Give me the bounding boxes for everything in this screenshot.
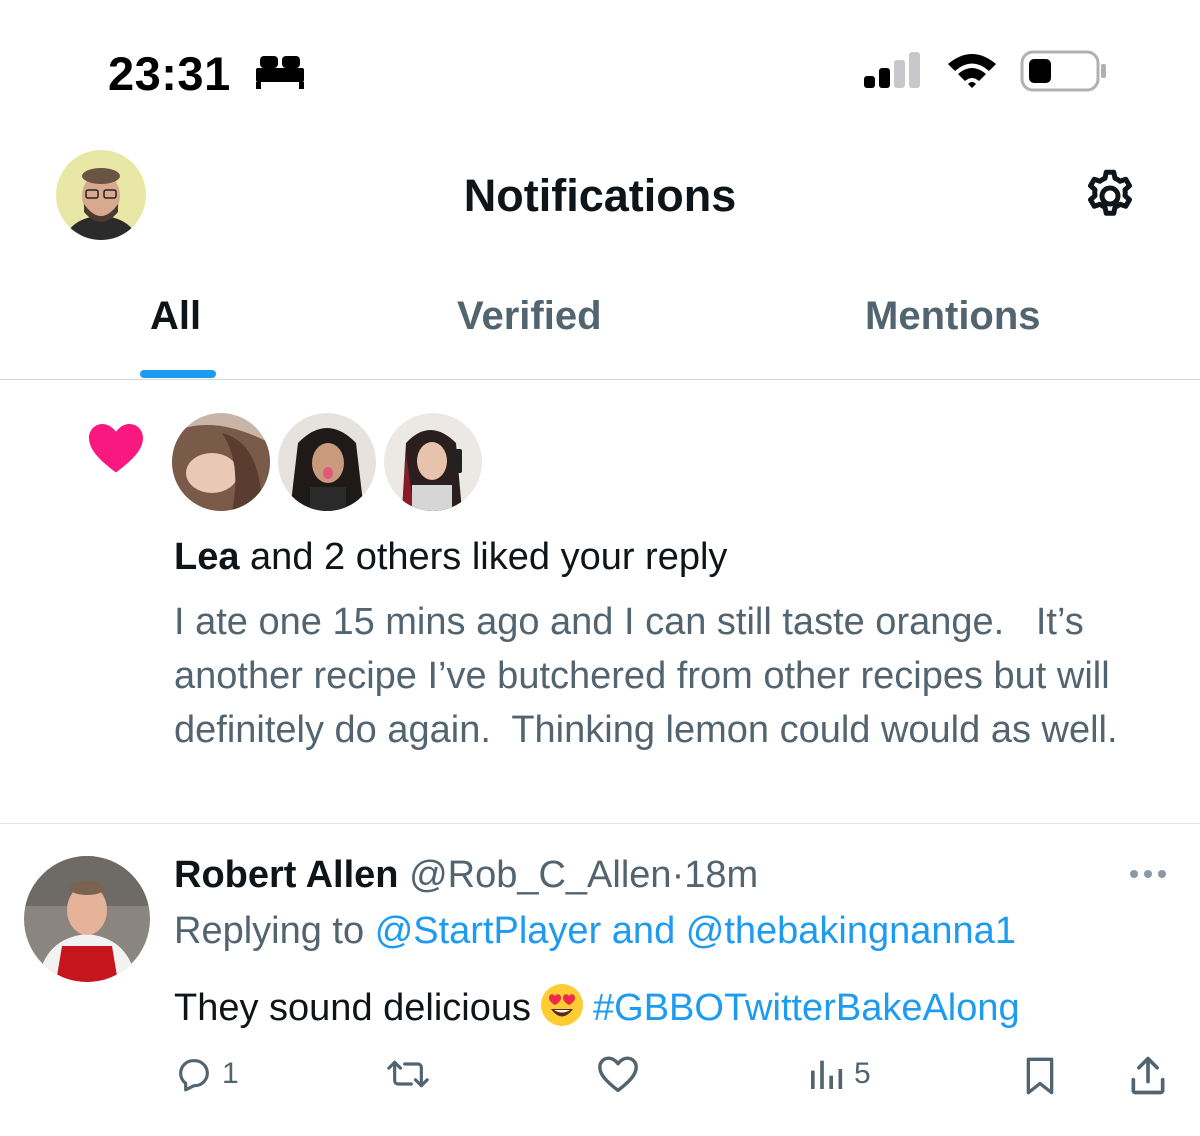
tweet-text: They sound delicious #GBBOTwitterBakeAlo… <box>174 982 1020 1030</box>
like-notification[interactable]: Lea and 2 others liked your reply I ate … <box>0 381 1200 824</box>
like-icon <box>598 1056 638 1093</box>
views-button[interactable]: 5 <box>806 1054 871 1094</box>
tab-mentions[interactable]: Mentions <box>865 294 1041 339</box>
like-summary-text: and 2 others liked your reply <box>250 536 728 578</box>
retweet-icon <box>387 1060 429 1088</box>
tweet-header: Robert Allen @Rob_C_Allen·18m <box>174 854 758 897</box>
notification-tabs: All Verified Mentions <box>0 280 1200 380</box>
cellular-signal-icon <box>864 52 920 88</box>
liker-name[interactable]: Lea <box>174 536 239 578</box>
heart-icon <box>89 423 143 473</box>
author-handle[interactable]: @Rob_C_Allen <box>409 854 672 896</box>
replying-to-label: Replying to <box>174 910 365 952</box>
heart-eyes-emoji-icon <box>541 984 583 1026</box>
reply-icon <box>179 1059 209 1092</box>
tweet-author-avatar[interactable] <box>24 856 150 982</box>
more-options-icon[interactable] <box>1128 868 1168 880</box>
retweet-button[interactable] <box>384 1054 440 1094</box>
reply-button[interactable]: 1 <box>174 1054 239 1094</box>
liker-avatar[interactable] <box>172 413 270 511</box>
tab-all[interactable]: All <box>150 294 201 339</box>
reply-count: 1 <box>222 1057 239 1090</box>
author-name[interactable]: Robert Allen <box>174 854 399 896</box>
view-count: 5 <box>854 1057 871 1090</box>
liker-avatar[interactable] <box>384 413 482 511</box>
tweet-actions: 1 5 <box>0 1054 1200 1114</box>
bookmark-icon <box>1026 1057 1054 1095</box>
like-button[interactable] <box>596 1054 648 1094</box>
status-time: 23:31 <box>108 47 231 100</box>
page-title: Notifications <box>463 170 737 221</box>
hashtag-link[interactable]: #GBBOTwitterBakeAlong <box>593 987 1020 1029</box>
gear-icon[interactable] <box>1080 166 1140 226</box>
tweet-time[interactable]: 18m <box>684 854 758 896</box>
bookmark-button[interactable] <box>1020 1054 1060 1098</box>
app-header: Notifications <box>0 140 1200 250</box>
mention-joiner: and <box>611 910 676 952</box>
header-separator: · <box>671 854 685 896</box>
bed-icon <box>256 56 304 89</box>
share-icon <box>1131 1056 1165 1095</box>
tweet-body-text: They sound delicious <box>174 987 531 1029</box>
battery-icon <box>1020 50 1106 92</box>
views-icon <box>811 1060 843 1089</box>
like-summary: Lea and 2 others liked your reply <box>174 536 727 579</box>
share-button[interactable] <box>1126 1054 1170 1098</box>
tweet[interactable]: Robert Allen @Rob_C_Allen·18m Replying t… <box>0 826 1200 1136</box>
liked-reply-text: I ate one 15 mins ago and I can still ta… <box>174 601 1121 751</box>
tab-verified[interactable]: Verified <box>457 294 602 339</box>
liker-avatar[interactable] <box>278 413 376 511</box>
mention-link[interactable]: @thebakingnanna1 <box>686 910 1016 952</box>
status-bar: 23:31 <box>0 0 1200 140</box>
mention-link[interactable]: @StartPlayer <box>375 910 602 952</box>
active-tab-indicator <box>140 370 216 378</box>
wifi-icon <box>948 54 996 88</box>
replying-to: Replying to @StartPlayer and @thebakingn… <box>174 910 1016 953</box>
